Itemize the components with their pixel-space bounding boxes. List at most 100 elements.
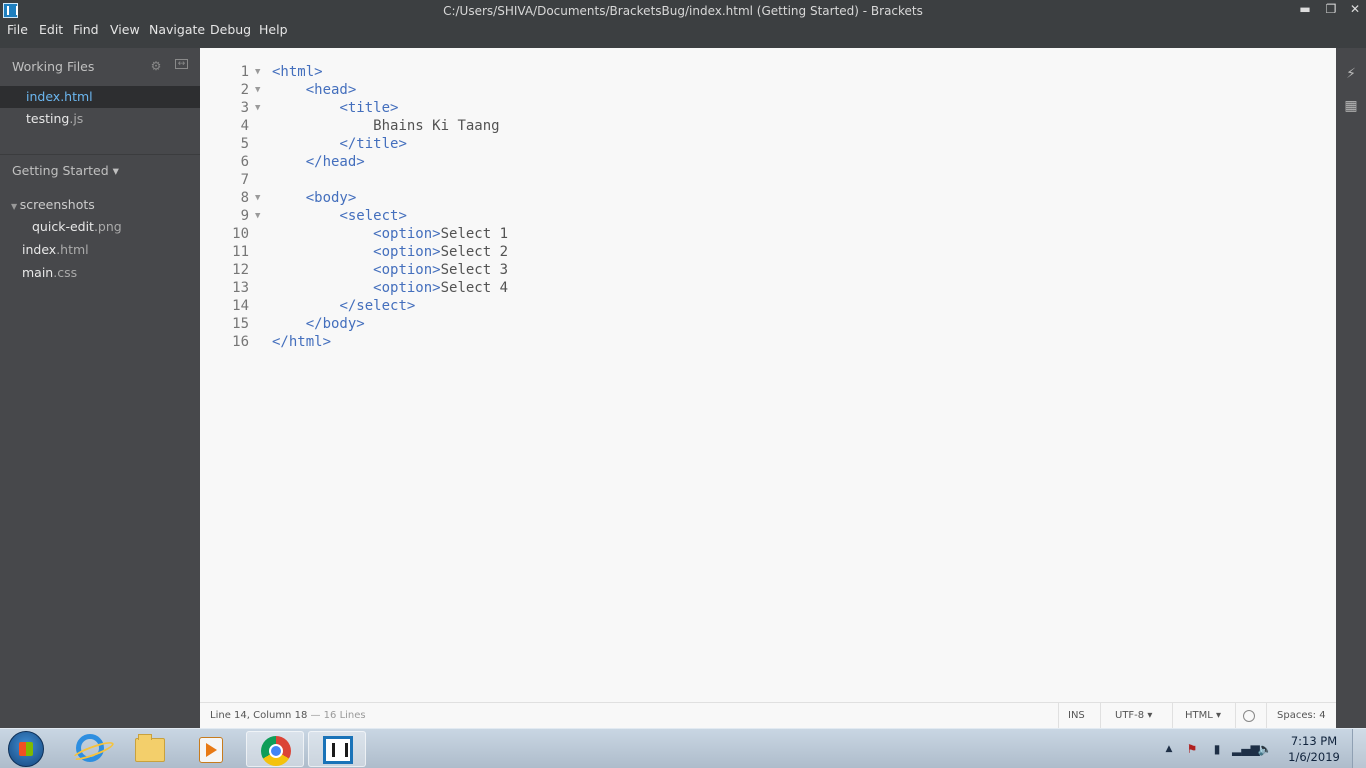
code-line[interactable]: 9 ▼ <select> [200, 207, 1336, 225]
code-text: <html> [272, 63, 323, 81]
fold-arrow-icon[interactable]: ▼ [255, 207, 260, 225]
code-line[interactable]: 15 </body> [200, 315, 1336, 333]
extension-manager-icon[interactable]: ▦ [1342, 98, 1360, 114]
code-content: Select 1 [440, 226, 509, 242]
file-ext: .html [60, 89, 93, 104]
cursor-position: Line 14, Column 18 — 16 Lines [210, 710, 366, 721]
taskbar-internet-explorer[interactable] [60, 731, 118, 767]
tree-folder[interactable]: ▼ screenshots [11, 197, 95, 212]
title-bar: C:/Users/SHIVA/Documents/BracketsBug/ind… [0, 0, 1366, 22]
menu-file[interactable]: File [7, 22, 28, 42]
fold-arrow-icon[interactable]: ▼ [255, 63, 260, 81]
fold-arrow-icon[interactable]: ▼ [255, 189, 260, 207]
code-line[interactable]: 16 </html> [200, 333, 1336, 351]
gear-icon[interactable]: ⚙ [149, 59, 163, 73]
code-text: </title> [272, 135, 407, 153]
show-desktop-button[interactable] [1352, 729, 1366, 768]
menu-bar: File Edit Find View Navigate Debug Help [0, 22, 1366, 48]
line-number: 14 [232, 298, 249, 314]
code-tag: <option> [373, 244, 441, 260]
project-dropdown[interactable]: Getting Started ▾ [12, 163, 119, 178]
indent-spaces[interactable]: Spaces: 4 [1277, 710, 1326, 721]
code-tag: </title> [339, 136, 407, 152]
taskbar-brackets[interactable] [308, 731, 366, 767]
live-preview-icon[interactable]: ⚡ [1342, 66, 1360, 82]
code-line[interactable]: 6 </head> [200, 153, 1336, 171]
volume-icon[interactable]: 🔈 [1257, 741, 1273, 757]
code-line[interactable]: 3 ▼ <title> [200, 99, 1336, 117]
system-clock[interactable]: 7:13 PM 1/6/2019 [1284, 733, 1344, 765]
code-line[interactable]: 10 <option>Select 1 [200, 225, 1336, 243]
internet-explorer-icon [76, 734, 104, 762]
line-number: 7 [240, 172, 249, 188]
code-line[interactable]: 13 <option>Select 4 [200, 279, 1336, 297]
encoding-dropdown[interactable]: UTF-8 ▾ [1115, 710, 1152, 721]
fold-arrow-icon[interactable]: ▼ [255, 99, 260, 117]
code-tag: </html> [272, 334, 332, 350]
restore-button[interactable]: ❐ [1320, 1, 1342, 19]
code-editor[interactable]: 1 ▼ <html> 2 ▼ <head> 3 ▼ <title> 4 Bhains Ki T… [200, 48, 1336, 702]
code-text: <option>Select 1 [272, 225, 508, 243]
close-button[interactable]: ✕ [1344, 1, 1366, 19]
chrome-icon [261, 736, 291, 766]
tree-file[interactable]: index.html [22, 242, 89, 257]
clock-date: 1/6/2019 [1288, 750, 1340, 764]
code-line[interactable]: 5 </title> [200, 135, 1336, 153]
code-text: <option>Select 3 [272, 261, 508, 279]
file-name: index [26, 89, 61, 104]
line-number: 11 [232, 244, 249, 260]
folder-icon [135, 734, 165, 762]
line-number: 15 [232, 316, 249, 332]
minimize-button[interactable]: ▬ [1294, 1, 1316, 19]
split-view-icon[interactable]: ↔ [175, 59, 188, 69]
insert-mode-toggle[interactable]: INS [1068, 710, 1085, 721]
fold-arrow-icon[interactable]: ▼ [255, 81, 260, 99]
code-tag: </select> [339, 298, 416, 314]
line-number: 9 [240, 208, 249, 224]
network-signal-icon[interactable]: ▂▄▆ [1232, 741, 1260, 757]
code-line[interactable]: 12 <option>Select 3 [200, 261, 1336, 279]
tree-file[interactable]: main.css [22, 265, 77, 280]
code-line[interactable]: 8 ▼ <body> [200, 189, 1336, 207]
menu-help[interactable]: Help [259, 22, 288, 42]
menu-edit[interactable]: Edit [39, 22, 63, 42]
code-line[interactable]: 14 </select> [200, 297, 1336, 315]
code-tag: <body> [305, 190, 357, 206]
working-file-item[interactable]: index.html [26, 89, 93, 104]
linter-status-icon[interactable] [1243, 710, 1255, 722]
menu-navigate[interactable]: Navigate [149, 22, 205, 42]
code-line[interactable]: 2 ▼ <head> [200, 81, 1336, 99]
taskbar-media-player[interactable] [182, 731, 240, 767]
code-line[interactable]: 11 <option>Select 2 [200, 243, 1336, 261]
code-content: Select 4 [440, 280, 509, 296]
show-hidden-icons-icon[interactable]: ▲ [1161, 741, 1177, 757]
taskbar-chrome[interactable] [246, 731, 304, 767]
code-line[interactable]: 4 Bhains Ki Taang [200, 117, 1336, 135]
file-ext: .js [69, 111, 84, 126]
tree-file[interactable]: quick-edit.png [32, 219, 122, 234]
code-tag: <option> [373, 262, 441, 278]
line-number: 5 [240, 136, 249, 152]
language-dropdown[interactable]: HTML ▾ [1185, 710, 1221, 721]
code-text: <option>Select 4 [272, 279, 508, 297]
code-tag: <title> [339, 100, 399, 116]
working-file-item[interactable]: testing.js [26, 111, 83, 126]
menu-debug[interactable]: Debug [210, 22, 251, 42]
code-line[interactable]: 1 ▼ <html> [200, 63, 1336, 81]
code-line[interactable]: 7 [200, 171, 1336, 189]
action-center-flag-icon[interactable]: ⚑ [1184, 741, 1200, 757]
start-button[interactable] [8, 731, 44, 767]
sidebar-divider [0, 154, 200, 155]
menu-view[interactable]: View [110, 22, 140, 42]
line-number: 12 [232, 262, 249, 278]
code-content: Bhains Ki Taang [373, 118, 500, 134]
battery-icon[interactable]: ▮ [1209, 741, 1225, 757]
code-tag: <head> [305, 82, 357, 98]
taskbar-file-explorer[interactable] [121, 731, 179, 767]
cursor-text: Line 14, Column 18 [210, 710, 308, 721]
menu-find[interactable]: Find [73, 22, 99, 42]
